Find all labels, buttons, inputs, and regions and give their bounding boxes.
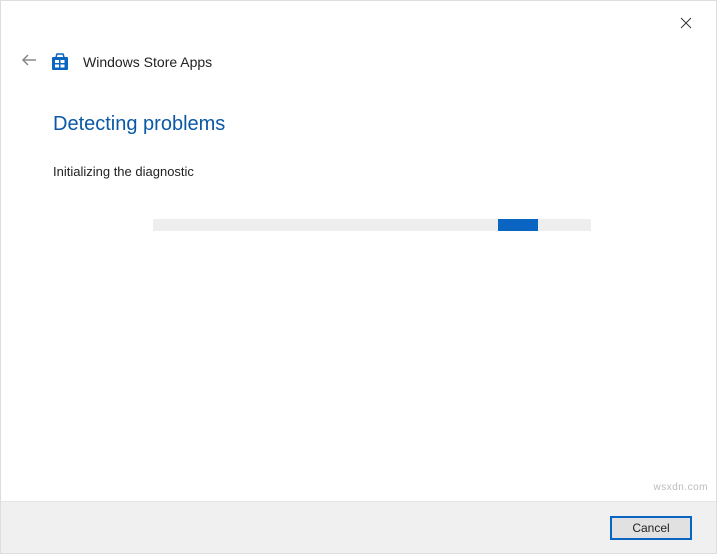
- close-button[interactable]: [674, 11, 698, 35]
- header: Windows Store Apps: [21, 51, 212, 72]
- footer: Cancel: [1, 501, 716, 553]
- back-arrow-icon: [21, 51, 37, 72]
- status-text: Initializing the diagnostic: [53, 164, 664, 179]
- content-area: Detecting problems Initializing the diag…: [53, 113, 664, 231]
- page-heading: Detecting problems: [53, 113, 664, 136]
- progress-bar: [153, 219, 591, 231]
- close-icon: [680, 17, 692, 29]
- cancel-button[interactable]: Cancel: [610, 516, 692, 540]
- window-title: Windows Store Apps: [83, 54, 212, 70]
- watermark-text: wsxdn.com: [653, 482, 708, 493]
- store-icon: [51, 53, 69, 71]
- progress-indicator: [498, 219, 538, 231]
